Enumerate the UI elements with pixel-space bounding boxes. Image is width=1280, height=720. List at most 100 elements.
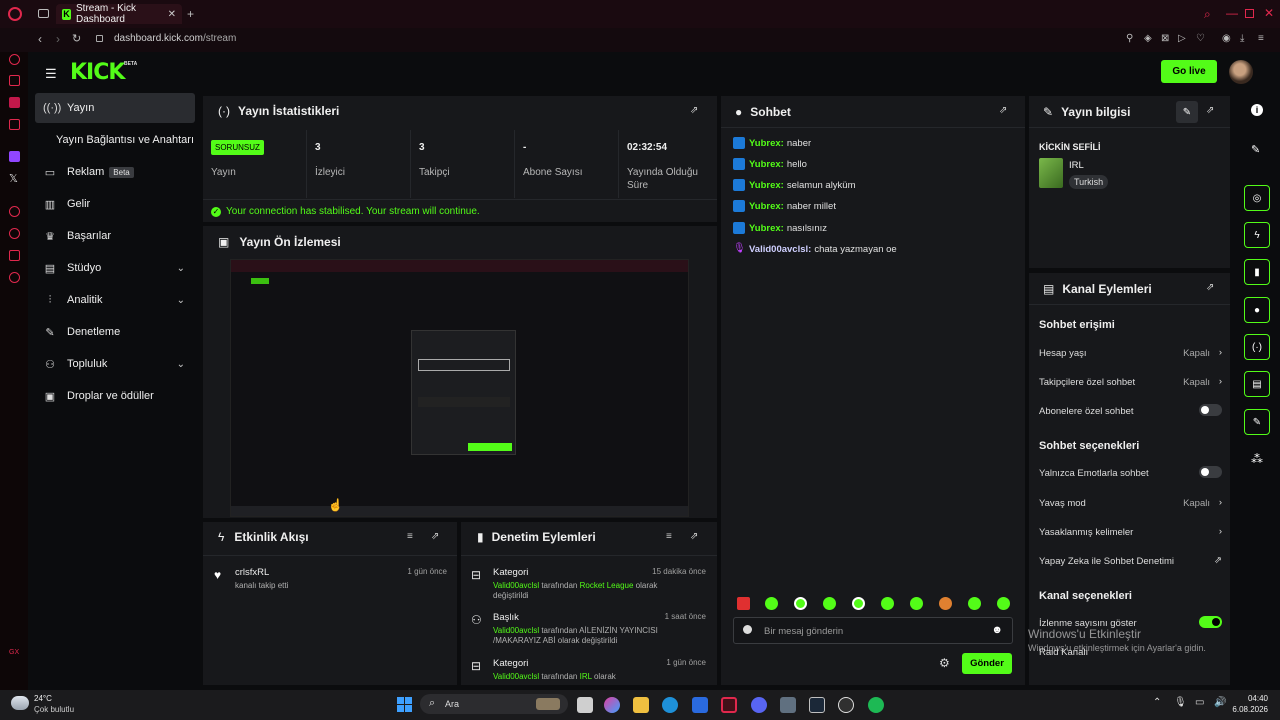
cube-icon[interactable] xyxy=(9,250,20,261)
sidebar-item-studyo[interactable]: ▤ Stüdyo ⌄ xyxy=(35,253,195,283)
subs-only-toggle[interactable] xyxy=(1199,404,1222,416)
opera-gx-icon[interactable] xyxy=(721,697,737,713)
sidebar-item-basarilar[interactable]: ♛ Başarılar xyxy=(35,221,195,251)
send-button[interactable]: Gönder xyxy=(962,653,1012,674)
kick-logo[interactable]: KICK xyxy=(70,60,125,85)
heart-icon[interactable]: ♡ xyxy=(1196,33,1205,44)
popout-icon[interactable]: ⇗ xyxy=(690,105,698,116)
tab-manager-icon[interactable] xyxy=(38,9,49,18)
chat-message[interactable]: Yubrex: nasılsınız xyxy=(733,222,827,234)
opera-logo-icon[interactable] xyxy=(8,7,22,21)
gear-icon[interactable]: ⚙ xyxy=(939,656,950,670)
emoji-icon[interactable]: ☻ xyxy=(991,624,1003,636)
microphone-icon[interactable]: 🎙 xyxy=(1174,697,1187,708)
back-icon[interactable]: ‹ xyxy=(38,32,42,46)
bag-icon[interactable] xyxy=(9,75,20,86)
bookmark-icon[interactable]: ⚲ xyxy=(1126,33,1133,44)
sidebar-item-gelir[interactable]: ▥ Gelir xyxy=(35,189,195,219)
info-icon[interactable]: i xyxy=(1251,104,1263,116)
go-live-button[interactable]: Go live xyxy=(1161,60,1217,83)
close-tab-icon[interactable]: ✕ xyxy=(168,9,176,20)
steam-icon[interactable] xyxy=(809,697,825,713)
avatar[interactable] xyxy=(1229,60,1253,84)
file-explorer-icon[interactable] xyxy=(633,697,649,713)
chat-input[interactable]: Bir mesaj gönderin ☻ xyxy=(733,617,1013,644)
popout-icon[interactable]: ⇗ xyxy=(690,531,698,542)
extension-icon[interactable]: ▷ xyxy=(1178,33,1186,44)
chat-message[interactable]: Yubrex: naber xyxy=(733,137,811,149)
url-field[interactable]: dashboard.kick.com/stream xyxy=(114,33,236,44)
shield-icon[interactable]: ◈ xyxy=(1144,33,1152,44)
show-viewers-toggle[interactable] xyxy=(1199,616,1222,628)
rail-button-broadcast[interactable]: (·) xyxy=(1244,334,1270,360)
edge-icon[interactable] xyxy=(662,697,678,713)
close-window-icon[interactable]: ✕ xyxy=(1264,6,1274,20)
layout-icon[interactable]: ⁂ xyxy=(1251,452,1263,466)
account-age-row[interactable]: Hesap yaşı Kapalı › xyxy=(1039,347,1222,359)
sidebar-item-topluluk[interactable]: ⚇ Topluluk ⌄ xyxy=(35,349,195,379)
cloud-icon[interactable] xyxy=(11,696,29,710)
search-tabs-icon[interactable]: ⌕ xyxy=(1204,7,1211,22)
banned-words-row[interactable]: Yasaklanmış kelimeler › xyxy=(1039,526,1222,538)
chat-message[interactable]: Yubrex: selamun alyküm xyxy=(733,179,856,191)
rail-button-tools[interactable]: ▤ xyxy=(1244,371,1270,397)
ai-moderation-row[interactable]: Yapay Zeka ile Sohbet Denetimi ⇗ xyxy=(1039,555,1222,567)
emote-icon[interactable] xyxy=(881,597,894,610)
slow-mode-row[interactable]: Yavaş mod Kapalı › xyxy=(1039,497,1222,509)
emote-icon[interactable] xyxy=(765,597,778,610)
x-icon[interactable]: 𝕏 xyxy=(9,172,18,185)
pencil-icon[interactable]: ✎ xyxy=(1251,143,1260,156)
network-icon[interactable]: ▭ xyxy=(1195,697,1204,708)
sidebar-item-stream-key[interactable]: Yayın Bağlantısı ve Anahtarı xyxy=(35,125,205,155)
stream-preview-video[interactable] xyxy=(230,259,689,517)
reload-icon[interactable]: ↻ xyxy=(72,32,81,45)
followers-only-row[interactable]: Takipçilere özel sohbet Kapalı › xyxy=(1039,376,1222,388)
gx-icon[interactable]: GX xyxy=(9,649,19,656)
sidebar-item-reklam[interactable]: ▭ Reklam Beta xyxy=(35,157,195,187)
emote-icon[interactable] xyxy=(939,597,952,610)
minimize-icon[interactable]: — xyxy=(1226,6,1238,20)
rail-button-moderation[interactable]: ▮ xyxy=(1244,259,1270,285)
chat-message[interactable]: Yubrex: naber millet xyxy=(733,200,836,212)
emote-icon[interactable] xyxy=(968,597,981,610)
profile-icon[interactable]: ◉ xyxy=(1222,33,1231,44)
sidebar-item-yayin[interactable]: ((·)) Yayın xyxy=(35,93,195,123)
new-tab-button[interactable]: + xyxy=(187,7,194,21)
task-view-icon[interactable] xyxy=(577,697,593,713)
sidebar-item-denetleme[interactable]: ✎ Denetleme xyxy=(35,317,195,347)
filter-icon[interactable]: ≡ xyxy=(666,531,672,542)
clock-time[interactable]: 04:40 xyxy=(1234,694,1268,703)
obs-icon[interactable] xyxy=(838,697,854,713)
popout-icon[interactable]: ⇗ xyxy=(1206,105,1214,116)
volume-icon[interactable]: 🔊 xyxy=(1214,697,1226,708)
browser-tab[interactable]: K Stream - Kick Dashboard ✕ xyxy=(56,3,182,25)
player-icon[interactable] xyxy=(9,206,20,217)
chat-message[interactable]: Yubrex: hello xyxy=(733,158,807,170)
emote-icon[interactable] xyxy=(997,597,1010,610)
instagram-icon[interactable] xyxy=(9,119,20,130)
history-icon[interactable] xyxy=(9,228,20,239)
copilot-icon[interactable] xyxy=(604,697,620,713)
popout-icon[interactable]: ⇗ xyxy=(431,531,439,542)
refresh-sidebar-icon[interactable] xyxy=(9,54,20,65)
chevron-down-icon[interactable]: ⌄ xyxy=(177,295,185,306)
rail-button-activity[interactable]: ϟ xyxy=(1244,222,1270,248)
messenger-icon[interactable] xyxy=(9,97,20,108)
settings-sidebar-icon[interactable] xyxy=(9,272,20,283)
emote-icon[interactable] xyxy=(737,597,750,610)
sidebar-item-droplar[interactable]: ▣ Droplar ve ödüller xyxy=(35,381,195,411)
chat-badge-icon[interactable] xyxy=(743,625,752,634)
emote-icon[interactable] xyxy=(823,597,836,610)
rail-button-chat[interactable]: ● xyxy=(1244,297,1270,323)
rail-button-info[interactable]: ✎ xyxy=(1244,409,1270,435)
taskbar-search[interactable]: ⌕ Ara xyxy=(420,694,568,714)
chevron-down-icon[interactable]: ⌄ xyxy=(177,263,185,274)
hamburger-menu-icon[interactable]: ☰ xyxy=(45,66,57,82)
store-icon[interactable] xyxy=(692,697,708,713)
discord-icon[interactable] xyxy=(751,697,767,713)
app-icon[interactable] xyxy=(780,697,796,713)
chat-message[interactable]: 🎙 Valid00avclsl: chata yazmayan oe xyxy=(733,243,897,255)
tray-chevron-icon[interactable]: ⌃ xyxy=(1153,697,1161,708)
filter-icon[interactable]: ≡ xyxy=(407,531,413,542)
chevron-down-icon[interactable]: ⌄ xyxy=(177,359,185,370)
